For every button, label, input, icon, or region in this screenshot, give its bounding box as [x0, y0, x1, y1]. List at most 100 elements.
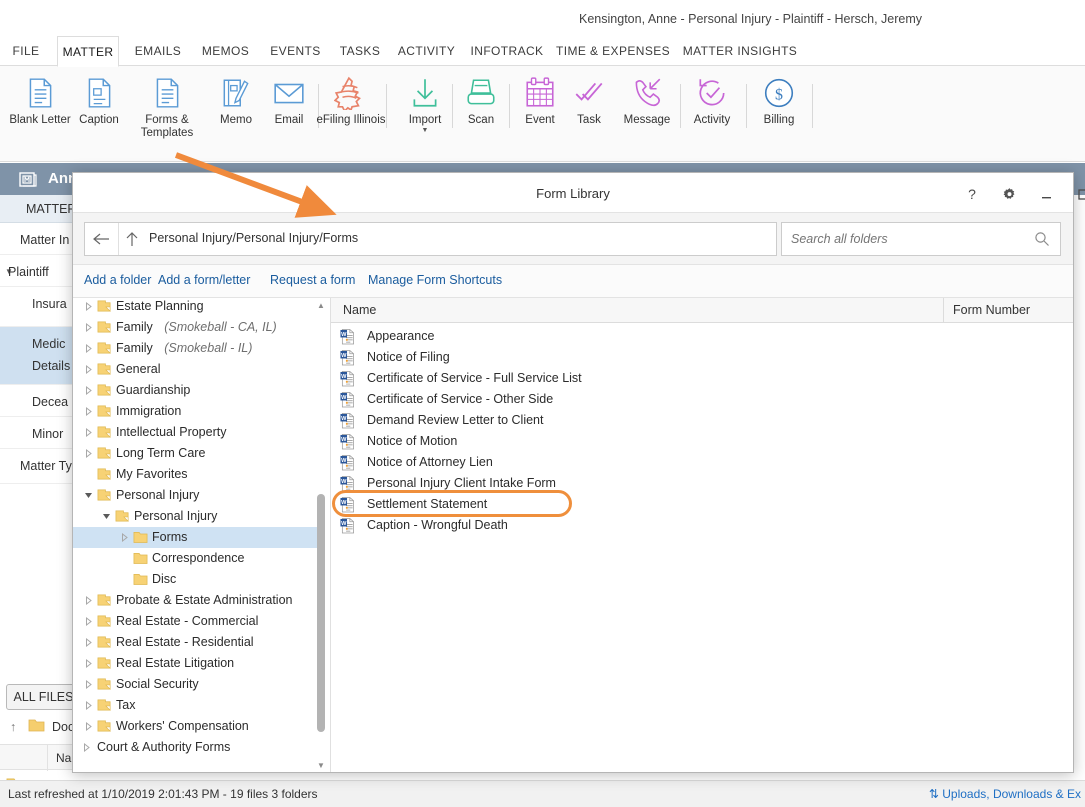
tree-node-long-term-care[interactable]: Long Term Care: [73, 443, 317, 464]
action-request-a-form[interactable]: Request a form: [270, 273, 355, 287]
form-list-item[interactable]: W Personal Injury Client Intake Form: [331, 473, 1073, 494]
tree-node-label: My Favorites: [116, 467, 188, 481]
tree-node-family[interactable]: Family (Smokeball - IL): [73, 338, 317, 359]
chevron-down-icon[interactable]: ▼: [390, 127, 460, 135]
ribbon-toolbar: Blank Letter Caption Forms & Templates Memo…: [0, 66, 1085, 162]
tree-scroll-thumb[interactable]: [317, 494, 325, 732]
action-add-a-folder[interactable]: Add a folder: [84, 273, 151, 287]
tab-activity[interactable]: ACTIVITY: [395, 36, 458, 66]
tree-node-social-security[interactable]: Social Security: [73, 674, 317, 695]
tree-node-family[interactable]: Family (Smokeball - CA, IL): [73, 317, 317, 338]
path-bar[interactable]: Personal Injury/Personal Injury/Forms: [84, 222, 777, 256]
tree-node-intellectual-property[interactable]: Intellectual Property: [73, 422, 317, 443]
chevron-right-icon[interactable]: [83, 637, 93, 648]
form-list-item[interactable]: W Notice of Motion: [331, 431, 1073, 452]
search-icon[interactable]: [1034, 231, 1050, 252]
tree-node-forms[interactable]: Forms: [73, 527, 317, 548]
tree-node-tax[interactable]: Tax: [73, 695, 317, 716]
tree-node-disc[interactable]: Disc: [73, 569, 317, 590]
tab-emails[interactable]: EMAILS: [131, 36, 185, 66]
col-form-number[interactable]: Form Number: [953, 303, 1030, 328]
scroll-down-icon[interactable]: ▼: [314, 758, 328, 772]
form-list-item[interactable]: W Settlement Statement: [331, 494, 1073, 515]
tree-node-personal-injury[interactable]: Personal Injury: [73, 506, 317, 527]
tree-node-general[interactable]: General: [73, 359, 317, 380]
chevron-down-icon[interactable]: [101, 512, 111, 522]
tab-events[interactable]: EVENTS: [266, 36, 325, 66]
action-manage-form-shortcuts[interactable]: Manage Form Shortcuts: [368, 273, 502, 287]
chevron-right-icon[interactable]: [119, 532, 129, 543]
maximize-icon[interactable]: [1070, 183, 1085, 205]
ribbon-button-billing[interactable]: $ Billing: [744, 72, 814, 127]
form-list-item[interactable]: W Notice of Attorney Lien: [331, 452, 1073, 473]
chevron-right-icon[interactable]: [83, 427, 93, 438]
ribbon-button-email[interactable]: Email: [254, 72, 324, 127]
chevron-right-icon[interactable]: [83, 301, 93, 312]
tab-label: EMAILS: [134, 44, 182, 58]
tree-node-probate-estate-administration[interactable]: Probate & Estate Administration: [73, 590, 317, 611]
tab-memos[interactable]: MEMOS: [197, 36, 254, 66]
ribbon-button-efiling-illinois[interactable]: eFiling Illinois: [316, 72, 386, 127]
form-list-item[interactable]: W Appearance: [331, 326, 1073, 347]
form-list-item[interactable]: W Caption - Wrongful Death: [331, 515, 1073, 536]
chevron-right-icon[interactable]: [83, 406, 93, 417]
minimize-icon[interactable]: [1033, 183, 1059, 205]
tab-matter-insights[interactable]: MATTER INSIGHTS: [680, 36, 800, 66]
tab-time-expenses[interactable]: TIME & EXPENSES: [556, 36, 670, 66]
scroll-up-icon[interactable]: ▲: [314, 298, 328, 312]
chevron-right-icon[interactable]: [83, 322, 93, 333]
tree-node-guardianship[interactable]: Guardianship: [73, 380, 317, 401]
gear-icon[interactable]: [996, 183, 1022, 205]
ribbon-button-message[interactable]: Message: [612, 72, 682, 127]
chevron-right-icon[interactable]: [83, 364, 93, 375]
uploads-downloads-link[interactable]: ⇅ Uploads, Downloads & Ex: [929, 787, 1081, 801]
chevron-right-icon[interactable]: [83, 658, 93, 669]
up-arrow-icon[interactable]: [118, 223, 144, 255]
tab-infotrack[interactable]: INFOTRACK: [470, 36, 544, 66]
col-divider[interactable]: [943, 298, 944, 323]
all-files-button[interactable]: ALL FILES: [6, 684, 81, 710]
chevron-down-icon[interactable]: [83, 491, 93, 501]
tree-node-personal-injury[interactable]: Personal Injury: [73, 485, 317, 506]
form-list-item[interactable]: W Certificate of Service - Other Side: [331, 389, 1073, 410]
svg-text:W: W: [341, 416, 347, 422]
tree-node-court-authority-forms[interactable]: Court & Authority Forms: [73, 737, 317, 758]
search-input[interactable]: [791, 223, 1021, 255]
status-bar: Last refreshed at 1/10/2019 2:01:43 PM -…: [0, 780, 1085, 807]
tab-matter[interactable]: MATTER: [57, 36, 119, 67]
chevron-right-icon[interactable]: [83, 721, 93, 732]
chevron-right-icon[interactable]: [83, 700, 93, 711]
svg-text:W: W: [341, 353, 347, 359]
tree-node-real-estate-litigation[interactable]: Real Estate Litigation: [73, 653, 317, 674]
chevron-right-icon[interactable]: [83, 385, 93, 396]
chevron-right-icon[interactable]: [83, 679, 93, 690]
col-name[interactable]: Name: [343, 303, 376, 328]
tree-node-immigration[interactable]: Immigration: [73, 401, 317, 422]
tab-tasks[interactable]: TASKS: [337, 36, 383, 66]
ribbon-button-caption[interactable]: Caption: [64, 72, 134, 127]
chevron-right-icon[interactable]: [83, 616, 93, 627]
tab-file[interactable]: FILE: [8, 36, 44, 66]
chevron-right-icon[interactable]: [83, 448, 93, 459]
chevron-right-icon[interactable]: [81, 742, 91, 753]
tree-node-workers-compensation[interactable]: Workers' Compensation: [73, 716, 317, 737]
tree-node-real-estate-commercial[interactable]: Real Estate - Commercial: [73, 611, 317, 632]
form-list-item[interactable]: W Demand Review Letter to Client: [331, 410, 1073, 431]
tree-node-correspondence[interactable]: Correspondence: [73, 548, 317, 569]
chevron-right-icon[interactable]: [83, 343, 93, 354]
chevron-right-icon[interactable]: [83, 595, 93, 606]
matter-icon: [18, 169, 38, 194]
ribbon-button-forms-templates[interactable]: Forms & Templates: [132, 72, 202, 140]
tree-node-estate-planning[interactable]: Estate Planning: [73, 298, 317, 317]
back-arrow-icon[interactable]: [86, 223, 116, 255]
help-icon[interactable]: ?: [959, 183, 985, 205]
form-list-item[interactable]: W Certificate of Service - Full Service L…: [331, 368, 1073, 389]
tree-node-my-favorites[interactable]: My Favorites: [73, 464, 317, 485]
tree-node-real-estate-residential[interactable]: Real Estate - Residential: [73, 632, 317, 653]
form-list-item[interactable]: W Notice of Filing: [331, 347, 1073, 368]
search-box[interactable]: [781, 222, 1061, 256]
up-arrow-icon[interactable]: ↑: [10, 720, 16, 734]
ribbon-button-activity[interactable]: Activity: [677, 72, 747, 127]
action-add-a-form-letter[interactable]: Add a form/letter: [158, 273, 250, 287]
tree-scrollbar[interactable]: ▲ ▼: [314, 298, 328, 772]
